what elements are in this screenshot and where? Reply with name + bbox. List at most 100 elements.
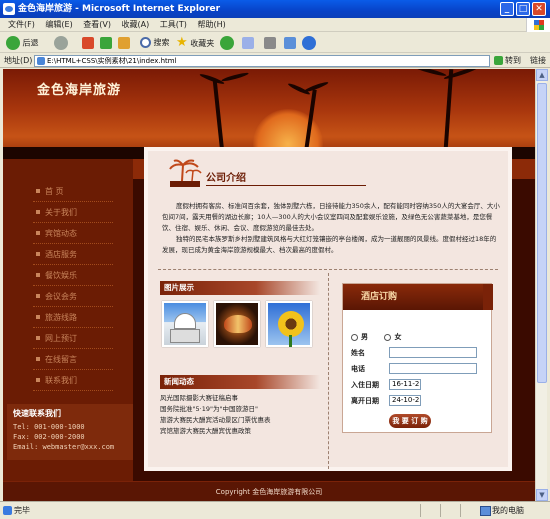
home-button[interactable] bbox=[118, 36, 130, 50]
menu-edit[interactable]: 编辑(E) bbox=[45, 18, 72, 32]
photo-building-thumbnail[interactable] bbox=[162, 301, 208, 347]
messenger-button[interactable] bbox=[302, 36, 316, 50]
name-label: 姓名 bbox=[351, 349, 365, 357]
intro-paragraph-1: 度假村拥有客房、标准间百余套，独体别墅六栋，日接待能力350余人，配有能同时容纳… bbox=[162, 202, 500, 232]
checkin-input[interactable]: 16-11-2 bbox=[389, 379, 421, 390]
search-label: 搜索 bbox=[153, 38, 170, 47]
nav-item-about[interactable]: 关于我们 bbox=[33, 202, 113, 223]
status-text: 完毕 bbox=[3, 502, 30, 519]
scroll-thumb[interactable] bbox=[537, 83, 547, 383]
news-item[interactable]: 旅游大赛民大酬宾活动景区门票优惠表 bbox=[160, 415, 325, 426]
nav-item-booking[interactable]: 网上预订 bbox=[33, 328, 113, 349]
intro-underline bbox=[206, 185, 366, 186]
nav-item-dining[interactable]: 餐饮娱乐 bbox=[33, 265, 113, 286]
nav-item-home[interactable]: 首 页 bbox=[33, 181, 113, 202]
palm-leaf bbox=[413, 69, 447, 78]
address-label: 地址(D) bbox=[4, 56, 33, 65]
photo-sunflower-thumbnail[interactable] bbox=[266, 301, 312, 347]
news-item[interactable]: 风光国际摄影大赛征稿启事 bbox=[160, 393, 325, 404]
left-nav: 首 页 关于我们 宾馆动态 酒店服务 餐饮娱乐 会议会务 旅游线路 网上预订 在… bbox=[33, 181, 113, 391]
edit-button[interactable] bbox=[284, 36, 296, 50]
site-title: 金色海岸旅游 bbox=[37, 83, 122, 98]
refresh-icon bbox=[100, 36, 112, 49]
media-icon bbox=[220, 36, 234, 50]
menu-help[interactable]: 帮助(H) bbox=[197, 18, 225, 32]
palm-logo-icon bbox=[169, 159, 202, 187]
forward-arrow-icon bbox=[54, 36, 68, 50]
print-button[interactable] bbox=[264, 36, 276, 50]
intro-text: 度假村拥有客房、标准间百余套，独体别墅六栋，日接待能力350余人，配有能同时容纳… bbox=[162, 201, 502, 256]
messenger-icon bbox=[302, 36, 316, 50]
scroll-up-button[interactable]: ▲ bbox=[536, 69, 548, 81]
contact-box: 快速联系我们 Tel: 001-000-1000 Fax: 002-000-20… bbox=[7, 404, 133, 460]
hero-banner: 金色海岸旅游 bbox=[3, 69, 535, 159]
maximize-button[interactable]: □ bbox=[516, 2, 530, 16]
address-input[interactable]: E:\HTML+CSS\实例素材\21\index.html bbox=[34, 55, 490, 67]
nav-item-meeting[interactable]: 会议会务 bbox=[33, 286, 113, 307]
female-label: 女 bbox=[394, 333, 402, 341]
window-titlebar: 金色海岸旅游 - Microsoft Internet Explorer _ □… bbox=[0, 0, 550, 18]
contact-email[interactable]: Email: webmaster@xxx.com bbox=[13, 442, 127, 452]
address-bar: 地址(D) E:\HTML+CSS\实例素材\21\index.html 转到 … bbox=[0, 54, 550, 68]
favorites-label: 收藏夹 bbox=[190, 39, 215, 48]
nav-item-service[interactable]: 酒店服务 bbox=[33, 244, 113, 265]
checkout-row: 离开日期 bbox=[351, 396, 379, 406]
minimize-button[interactable]: _ bbox=[500, 2, 514, 16]
page-viewport: 金色海岸旅游 首 页 关于我们 宾馆动态 酒店服务 餐饮娱乐 会议会务 旅游线路… bbox=[3, 69, 535, 501]
main-content: 公司介绍 度假村拥有客房、标准间百余套，独体别墅六栋，日接待能力350余人，配有… bbox=[144, 147, 512, 471]
radio-male[interactable] bbox=[351, 333, 358, 341]
links-button[interactable]: 链接 bbox=[530, 54, 546, 68]
media-button[interactable] bbox=[220, 36, 234, 50]
back-label: 后退 bbox=[22, 38, 39, 48]
intro-paragraph-2: 独特的民宅本族罗斯乡村别墅建筑风格与大红灯笼镶嵌的亭台楼阁，成为一道靓丽的风景线… bbox=[162, 235, 497, 254]
contact-tel: Tel: 001-000-1000 bbox=[13, 423, 85, 431]
go-button[interactable]: 转到 bbox=[494, 55, 521, 67]
divider-vertical bbox=[328, 273, 329, 469]
male-label: 男 bbox=[361, 333, 368, 341]
photos-section-title: 图片展示 bbox=[160, 281, 320, 295]
gender-male-option[interactable]: 男 bbox=[351, 333, 368, 341]
news-item[interactable]: 国务院批准"5·19"为"中国旅游日" bbox=[160, 404, 325, 415]
news-list: 风光国际摄影大赛征稿启事 国务院批准"5·19"为"中国旅游日" 旅游大赛民大酬… bbox=[160, 393, 325, 437]
stop-button[interactable] bbox=[82, 36, 94, 50]
status-separator bbox=[420, 504, 421, 517]
submit-booking-button[interactable]: 我 要 订 购 bbox=[389, 414, 431, 428]
menu-file[interactable]: 文件(F) bbox=[8, 18, 35, 32]
radio-female[interactable] bbox=[384, 333, 392, 341]
nav-item-contact[interactable]: 联系我们 bbox=[33, 370, 113, 391]
status-bar: 完毕 我的电脑 bbox=[0, 501, 550, 518]
edit-icon bbox=[284, 36, 296, 49]
scroll-down-button[interactable]: ▼ bbox=[536, 489, 548, 501]
back-arrow-icon bbox=[6, 36, 20, 50]
news-item[interactable]: 宾馆旅游大赛民大酬宾优惠政策 bbox=[160, 426, 325, 437]
ie-icon bbox=[3, 3, 15, 15]
close-button[interactable]: ✕ bbox=[532, 2, 546, 16]
menu-bar: 文件(F) 编辑(E) 查看(V) 收藏(A) 工具(T) 帮助(H) bbox=[0, 18, 550, 32]
name-input[interactable] bbox=[389, 347, 477, 358]
forward-button[interactable] bbox=[54, 36, 68, 50]
back-button[interactable]: 后退 bbox=[6, 36, 39, 50]
checkout-input[interactable]: 24-10-2 bbox=[389, 395, 421, 406]
search-button[interactable]: 搜索 bbox=[140, 36, 170, 50]
search-icon bbox=[140, 37, 151, 48]
photo-butterfly-thumbnail[interactable] bbox=[214, 301, 260, 347]
menu-favorites[interactable]: 收藏(A) bbox=[122, 18, 150, 32]
phone-input[interactable] bbox=[389, 363, 477, 374]
vertical-scrollbar[interactable]: ▲ ▼ bbox=[535, 69, 548, 501]
menu-tools[interactable]: 工具(T) bbox=[160, 18, 187, 32]
booking-panel: 酒店订购 男 女 姓名 电话 入住日期 16-11-2 离开日期 24-10-2… bbox=[342, 283, 493, 433]
name-row: 姓名 bbox=[351, 348, 365, 358]
refresh-button[interactable] bbox=[100, 36, 112, 50]
favorites-button[interactable]: ★ 收藏夹 bbox=[176, 36, 214, 50]
mail-icon bbox=[242, 36, 254, 49]
palm-tree-image bbox=[443, 69, 454, 159]
menu-view[interactable]: 查看(V) bbox=[83, 18, 111, 32]
print-icon bbox=[264, 36, 276, 49]
checkin-row: 入住日期 bbox=[351, 380, 379, 390]
nav-item-guestbook[interactable]: 在线留言 bbox=[33, 349, 113, 370]
gender-female-option[interactable]: 女 bbox=[384, 333, 401, 341]
mail-button[interactable] bbox=[242, 36, 254, 50]
nav-item-news[interactable]: 宾馆动态 bbox=[33, 223, 113, 244]
status-separator bbox=[440, 504, 441, 517]
nav-item-routes[interactable]: 旅游线路 bbox=[33, 307, 113, 328]
